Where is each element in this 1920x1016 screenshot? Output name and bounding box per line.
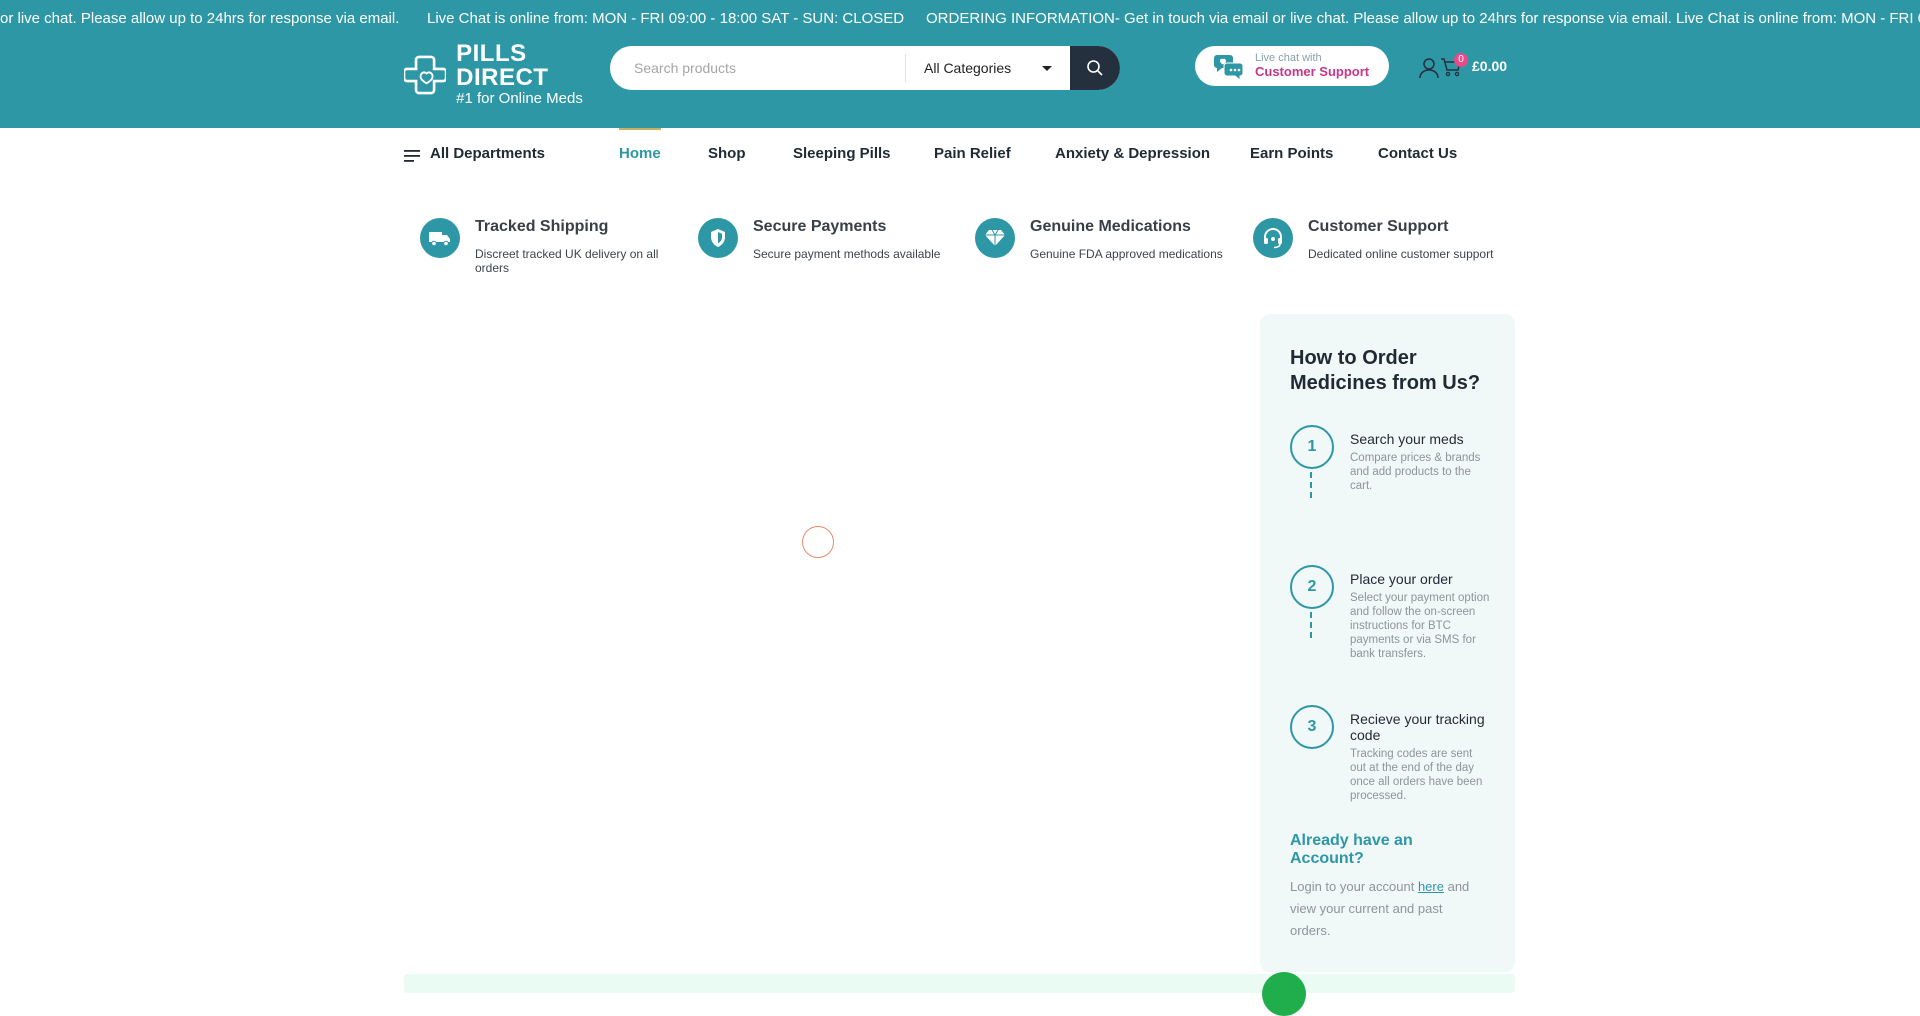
announcement-ticker: or live chat. Please allow up to 24hrs f… [0, 0, 1920, 36]
feature-description: Genuine FDA approved medications [1030, 247, 1223, 261]
all-departments-button[interactable]: All Departments [404, 145, 545, 162]
step-title: Search your meds [1350, 431, 1464, 447]
whatsapp-icon[interactable] [1262, 972, 1306, 1016]
account-text: Login to your account here and view your… [1290, 876, 1485, 942]
category-select-value: All Categories [924, 60, 1012, 76]
cart-total[interactable]: £0.00 [1472, 58, 1507, 74]
feature-description: Secure payment methods available [753, 247, 941, 261]
feature-title: Customer Support [1308, 218, 1449, 235]
feature-genuine-medications: Genuine Medications Genuine FDA approved… [975, 216, 1235, 276]
feature-title: Tracked Shipping [475, 218, 609, 235]
account-heading: Already have an Account? [1290, 832, 1413, 867]
nav-item-shop[interactable]: Shop [708, 145, 746, 162]
feature-customer-support: Customer Support Dedicated online custom… [1253, 216, 1513, 276]
step-connector [1310, 472, 1312, 498]
step-title: Recieve your tracking code [1350, 711, 1485, 743]
cart-count-badge: 0 [1454, 53, 1468, 67]
search-button[interactable] [1070, 46, 1120, 90]
account-login-link[interactable]: here [1418, 879, 1444, 894]
site-logo[interactable]: PILLS DIRECT #1 for Online Meds [404, 42, 584, 107]
step-description: Tracking codes are sent out at the end o… [1350, 748, 1483, 802]
ticker-text: Live Chat is online from: MON - FRI 09: [1676, 10, 1920, 27]
loading-spinner [802, 526, 834, 558]
feature-description: Discreet tracked UK delivery on all orde… [475, 247, 659, 275]
step-description: Compare prices & brands and add products… [1350, 452, 1481, 492]
ticker-text: ORDERING INFORMATION- Get in touch via e… [926, 10, 1672, 27]
how-to-order-sidebar: How to Order Medicines from Us? 1 Search… [1260, 314, 1515, 972]
shield-icon [698, 218, 738, 258]
all-departments-label: All Departments [430, 145, 546, 162]
menu-icon [404, 149, 420, 162]
order-step-3: 3 Recieve your tracking code Tracking co… [1290, 705, 1500, 815]
headset-icon [1253, 218, 1293, 258]
feature-title: Secure Payments [753, 218, 887, 235]
nav-item-earn-points[interactable]: Earn Points [1250, 145, 1333, 162]
account-text-pre: Login to your account [1290, 879, 1415, 894]
live-chat-button[interactable]: Live chat with Customer Support [1195, 46, 1389, 86]
main-nav: All Departments Home Shop Sleeping Pills… [0, 128, 1920, 178]
search-icon [1087, 60, 1103, 76]
chat-line1: Live chat with [1255, 52, 1322, 64]
sidebar-title: How to Order Medicines from Us? [1290, 347, 1481, 394]
nav-item-contact-us[interactable]: Contact Us [1378, 145, 1457, 162]
feature-tracked-shipping: Tracked Shipping Discreet tracked UK del… [420, 216, 680, 276]
feature-title: Genuine Medications [1030, 218, 1191, 235]
step-connector [1310, 612, 1312, 638]
ticker-text: or live chat. Please allow up to 24hrs f… [0, 10, 400, 27]
step-number: 1 [1290, 425, 1334, 469]
nav-item-anxiety-depression[interactable]: Anxiety & Depression [1055, 145, 1210, 162]
chat-line2: Customer Support [1255, 64, 1370, 79]
feature-secure-payments: Secure Payments Secure payment methods a… [698, 216, 958, 276]
feature-description: Dedicated online customer support [1308, 247, 1494, 261]
step-number: 2 [1290, 565, 1334, 609]
nav-item-sleeping-pills[interactable]: Sleeping Pills [793, 145, 891, 162]
user-icon[interactable] [1418, 57, 1440, 79]
order-step-1: 1 Search your meds Compare prices & bran… [1290, 425, 1500, 535]
step-description: Select your payment option and follow th… [1350, 592, 1490, 660]
nav-item-pain-relief[interactable]: Pain Relief [934, 145, 1011, 162]
logo-subtitle: #1 for Online Meds [456, 90, 583, 107]
nav-item-home[interactable]: Home [619, 128, 661, 162]
logo-title: PILLS DIRECT [456, 40, 549, 91]
step-title: Place your order [1350, 571, 1453, 587]
chevron-down-icon [1042, 66, 1052, 71]
chat-bubbles-icon [1214, 55, 1244, 81]
search-input[interactable] [610, 46, 905, 90]
ticker-text: Live Chat is online from: MON - FRI 09:0… [427, 10, 905, 27]
cross-logo-icon [404, 55, 447, 95]
truck-icon [420, 218, 460, 258]
order-step-2: 2 Place your order Select your payment o… [1290, 565, 1500, 685]
search-bar: All Categories [610, 46, 1120, 90]
diamond-icon [975, 218, 1015, 258]
bottom-banner-strip [404, 974, 1515, 993]
step-number: 3 [1290, 705, 1334, 749]
category-select[interactable]: All Categories [906, 46, 1070, 90]
